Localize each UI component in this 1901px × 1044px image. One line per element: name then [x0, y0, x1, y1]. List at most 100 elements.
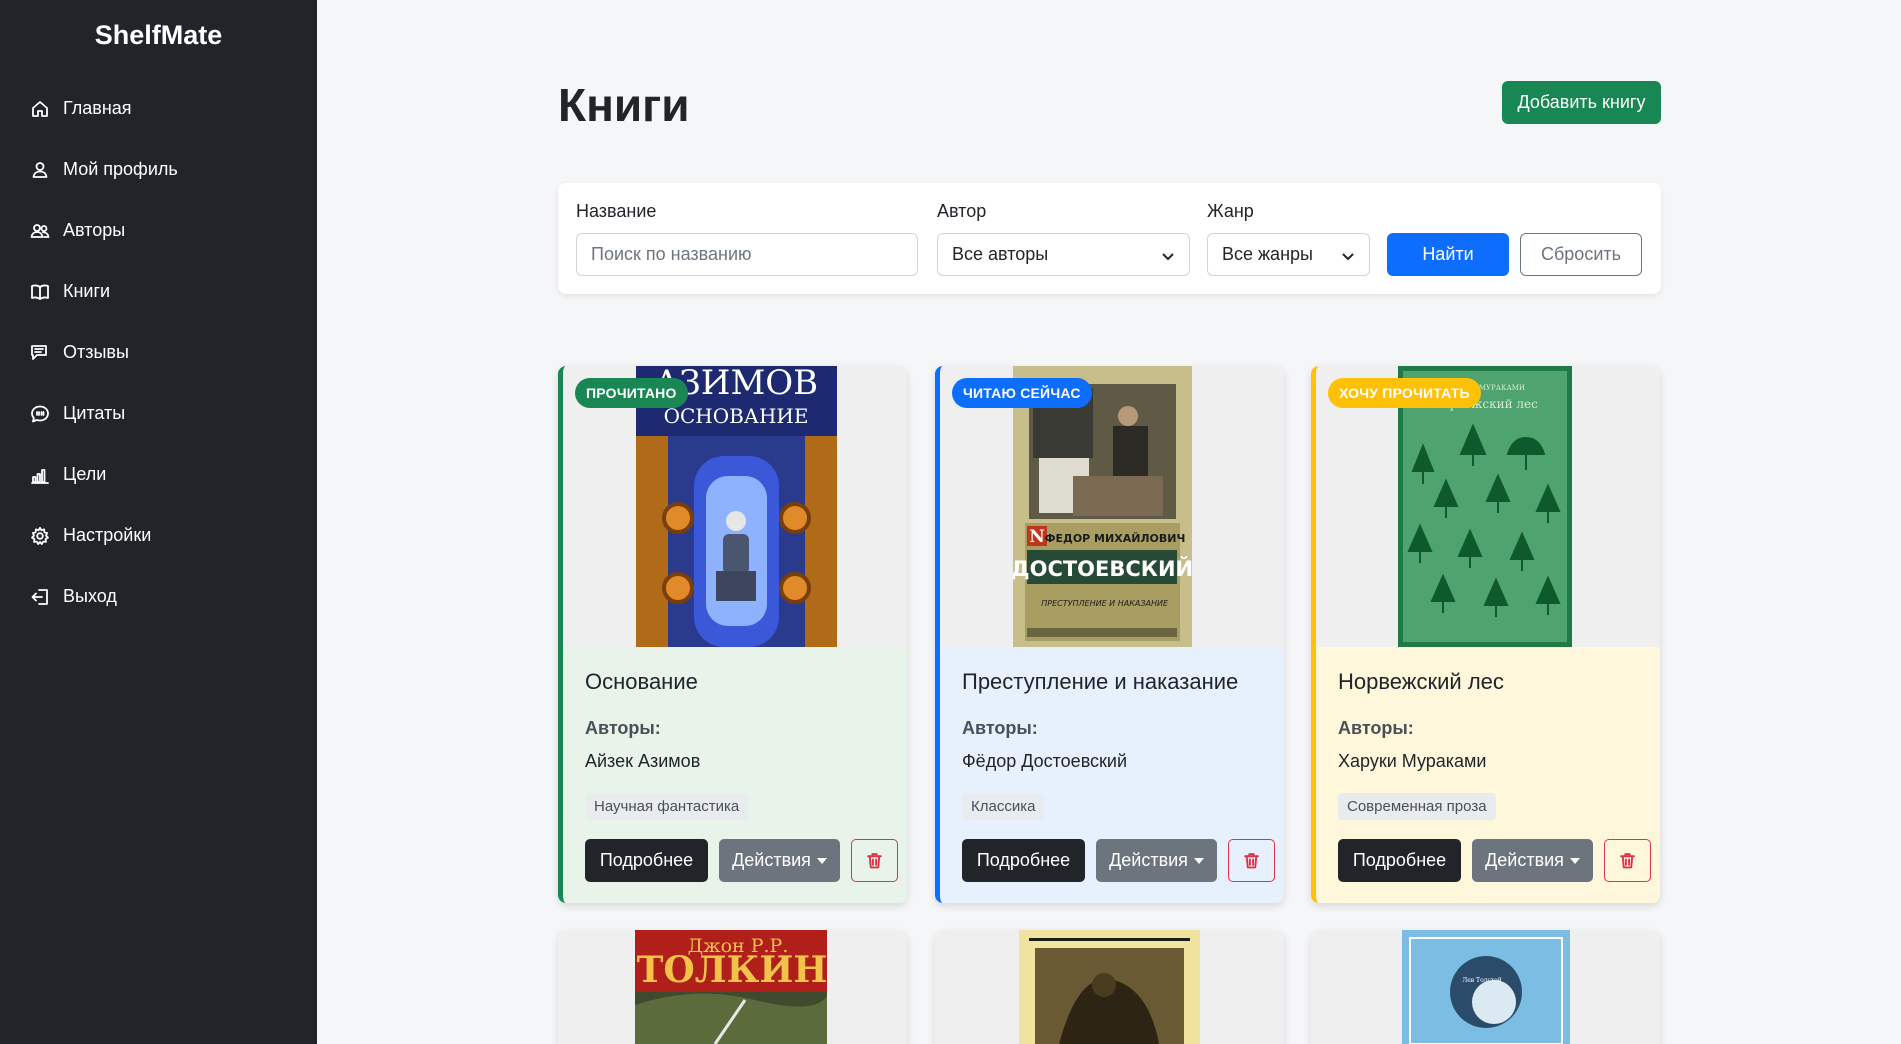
book-cover-image[interactable]: N ФЕДОР МИХАЙЛОВИЧ ДОСТОЕВСКИЙ ПРЕСТУПЛЕ…	[1013, 366, 1192, 647]
trash-icon	[1620, 853, 1635, 869]
sidebar-item-goals[interactable]: Цели	[0, 444, 317, 505]
chevron-down-icon	[1342, 253, 1354, 261]
book-cover-image[interactable]: АЗИМОВ ОСНОВАНИЕ	[636, 366, 837, 647]
author-select[interactable]: Все авторы	[937, 233, 1190, 276]
main-content: Книги Добавить книгу Название Поиск по н…	[317, 0, 1901, 1044]
user-icon	[32, 161, 48, 178]
sidebar-item-label: Настройки	[63, 525, 152, 545]
book-card-body: Основание Авторы: Айзек Азимов Научная ф…	[563, 647, 907, 903]
home-icon	[32, 100, 48, 117]
book-cover-area: ХАРУКИ МУРАКАМИ Норвежский лес	[1316, 366, 1660, 647]
title-search-input[interactable]: Поиск по названию	[576, 233, 918, 276]
genre-tag: Научная фантастика	[585, 793, 749, 820]
sidebar-item-label: Отзывы	[63, 342, 129, 362]
delete-button[interactable]	[1604, 839, 1651, 882]
actions-dropdown-button[interactable]: Действия	[719, 839, 840, 882]
sidebar-nav: Главная Мой профиль Авторы Книги Отзывы …	[0, 78, 317, 627]
author-filter-label: Автор	[937, 201, 987, 221]
sidebar-item-profile[interactable]: Мой профиль	[0, 139, 317, 200]
book-cover-image[interactable]: Джон Р.Р. ТОЛКИН	[635, 930, 827, 1044]
cover-author-first-name: ФЕДОР МИХАЙЛОВИЧ	[1045, 532, 1186, 545]
add-book-button[interactable]: Добавить книгу	[1502, 81, 1661, 124]
cover-title-text: ПРЕСТУПЛЕНИЕ И НАКАЗАНИЕ	[1041, 599, 1169, 608]
sidebar-item-label: Книги	[63, 281, 111, 301]
cover-title-text: ОСНОВАНИЕ	[664, 404, 809, 428]
actions-dropdown-button[interactable]: Действия	[1096, 839, 1217, 882]
trash-icon	[1244, 853, 1259, 869]
book-title[interactable]: Основание	[585, 669, 698, 695]
sidebar-item-label: Цели	[63, 464, 107, 484]
delete-button[interactable]	[1228, 839, 1275, 882]
quote-icon	[31, 405, 49, 422]
book-card: N ФЕДОР МИХАЙЛОВИЧ ДОСТОЕВСКИЙ ПРЕСТУПЛЕ…	[935, 366, 1284, 903]
status-badge: ХОЧУ ПРОЧИТАТЬ	[1328, 378, 1481, 408]
details-button[interactable]: Подробнее	[962, 839, 1085, 882]
title-filter-label: Название	[576, 201, 657, 221]
authors-label: Авторы:	[1338, 718, 1414, 738]
cover-author-text: Лев Толстой	[1462, 977, 1502, 984]
sidebar-item-settings[interactable]: Настройки	[0, 505, 317, 566]
book-author: Айзек Азимов	[585, 751, 701, 771]
actions-label: Действия	[1109, 850, 1188, 870]
brand-logo[interactable]: ShelfMate	[0, 0, 317, 78]
book-card: Джон Р.Р. ТОЛКИН	[558, 930, 907, 1044]
book-cover-area: N ФЕДОР МИХАЙЛОВИЧ ДОСТОЕВСКИЙ ПРЕСТУПЛЕ…	[940, 366, 1284, 647]
gear-icon	[31, 526, 49, 545]
book-cover-area: АЗИМОВ ОСНОВАНИЕ	[563, 366, 907, 647]
book-title[interactable]: Преступление и наказание	[962, 669, 1238, 695]
genre-filter-label: Жанр	[1207, 201, 1254, 221]
genre-select[interactable]: Все жанры	[1207, 233, 1370, 276]
reviews-icon	[31, 344, 47, 360]
status-badge: ЧИТАЮ СЕЙЧАС	[952, 378, 1092, 408]
authors-label: Авторы:	[962, 718, 1038, 738]
filter-panel: Название Поиск по названию Автор Все авт…	[558, 183, 1661, 294]
sidebar-item-label: Цитаты	[63, 403, 126, 423]
chevron-down-icon	[1162, 253, 1174, 261]
book-icon	[31, 284, 49, 300]
details-button[interactable]: Подробнее	[585, 839, 708, 882]
sidebar-item-label: Мой профиль	[63, 159, 178, 179]
book-card	[935, 930, 1284, 1044]
details-button[interactable]: Подробнее	[1338, 839, 1461, 882]
actions-dropdown-button[interactable]: Действия	[1472, 839, 1593, 882]
authors-label: Авторы:	[585, 718, 661, 738]
book-card: ХАРУКИ МУРАКАМИ Норвежский лес ХОЧУ ПРОЧ…	[1311, 366, 1660, 903]
reset-button[interactable]: Сбросить	[1520, 233, 1642, 276]
sidebar-item-label: Главная	[63, 98, 132, 118]
sidebar-item-logout[interactable]: Выход	[0, 566, 317, 627]
bar-chart-icon	[31, 468, 49, 484]
book-cover-image[interactable]: Лев Толстой	[1402, 930, 1570, 1044]
caret-down-icon	[1569, 857, 1580, 864]
sidebar: ShelfMate Главная Мой профиль Авторы Кни…	[0, 0, 317, 1044]
genre-tag: Современная проза	[1338, 793, 1496, 820]
delete-button[interactable]	[851, 839, 898, 882]
book-card: АЗИМОВ ОСНОВАНИЕ ПРОЧИТАНО Основание Авт…	[558, 366, 907, 903]
cover-publisher-mark: N	[1029, 527, 1045, 547]
cover-author-last-name: ТОЛКИН	[637, 949, 827, 991]
actions-label: Действия	[1485, 850, 1564, 870]
book-title[interactable]: Норвежский лес	[1338, 669, 1504, 695]
book-cover-image[interactable]	[1019, 930, 1200, 1044]
sidebar-item-authors[interactable]: Авторы	[0, 200, 317, 261]
page-title: Книги	[558, 79, 690, 131]
book-author: Харуки Мураками	[1338, 751, 1487, 771]
book-cover-image[interactable]: ХАРУКИ МУРАКАМИ Норвежский лес	[1398, 366, 1572, 647]
sidebar-item-home[interactable]: Главная	[0, 78, 317, 139]
caret-down-icon	[1193, 857, 1204, 864]
cover-author-last-name: ДОСТОЕВСКИЙ	[1013, 556, 1192, 581]
book-card-body: Норвежский лес Авторы: Харуки Мураками С…	[1316, 647, 1660, 903]
actions-label: Действия	[732, 850, 811, 870]
book-card: Лев Толстой	[1311, 930, 1660, 1044]
genre-tag: Классика	[962, 793, 1045, 820]
genre-select-value: Все жанры	[1222, 244, 1313, 264]
caret-down-icon	[816, 857, 827, 864]
sidebar-item-label: Авторы	[63, 220, 126, 240]
status-badge: ПРОЧИТАНО	[575, 378, 688, 408]
logout-icon	[31, 588, 48, 605]
sidebar-item-label: Выход	[63, 586, 117, 606]
sidebar-item-quotes[interactable]: Цитаты	[0, 383, 317, 444]
sidebar-item-books[interactable]: Книги	[0, 261, 317, 322]
trash-icon	[867, 853, 882, 869]
find-button[interactable]: Найти	[1387, 233, 1509, 276]
sidebar-item-reviews[interactable]: Отзывы	[0, 322, 317, 383]
